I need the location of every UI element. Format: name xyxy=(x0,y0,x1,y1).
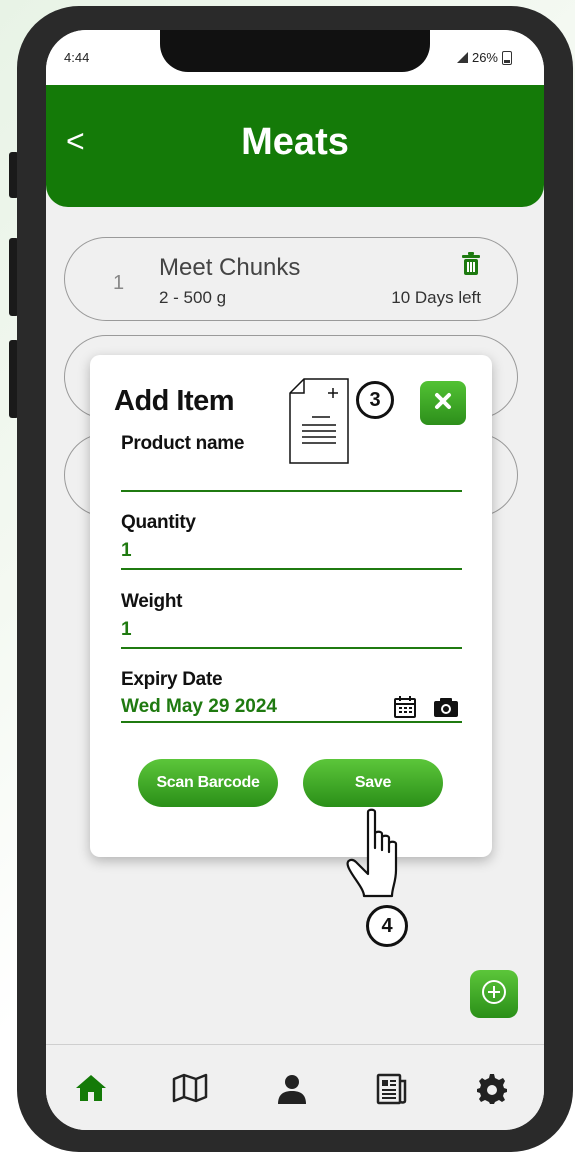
battery-icon xyxy=(502,50,512,65)
product-name-input[interactable] xyxy=(121,463,462,487)
item-days-left: 10 Days left xyxy=(391,288,481,307)
quantity-label: Quantity xyxy=(121,512,196,533)
phone-screen: 4:44 26% < Meats 1 Meet Chunks 2 - 500 g… xyxy=(46,30,544,1130)
signal-icon xyxy=(456,52,468,63)
user-icon[interactable] xyxy=(276,1073,308,1110)
weight-label: Weight xyxy=(121,591,183,612)
document-add-icon xyxy=(288,377,350,470)
camera-notch xyxy=(160,30,430,72)
add-item-dialog: Add Item 3 Product name Quantity 1 Weigh… xyxy=(90,355,492,857)
bottom-navigation xyxy=(46,1044,544,1130)
home-icon[interactable] xyxy=(74,1073,108,1108)
product-name-label: Product name xyxy=(121,433,245,454)
expiry-date-label: Expiry Date xyxy=(121,669,223,690)
hand-pointer-icon xyxy=(346,808,410,905)
step-3-marker: 3 xyxy=(356,381,394,419)
settings-icon[interactable] xyxy=(476,1073,508,1110)
page-title: Meats xyxy=(241,121,349,163)
add-item-fab[interactable] xyxy=(470,970,518,1018)
status-time: 4:44 xyxy=(64,50,90,65)
plus-circle-icon xyxy=(480,978,508,1011)
dialog-title: Add Item xyxy=(114,385,235,417)
item-quantity: 2 - 500 g xyxy=(159,288,227,307)
product-name-underline xyxy=(121,490,462,492)
trash-icon[interactable] xyxy=(461,252,481,281)
step-4-marker: 4 xyxy=(366,905,408,947)
quantity-input[interactable]: 1 xyxy=(121,540,132,562)
app-header: < Meats xyxy=(46,85,544,207)
item-index: 1 xyxy=(113,272,125,294)
save-button[interactable]: Save xyxy=(303,759,443,807)
weight-underline xyxy=(121,647,462,649)
close-button[interactable] xyxy=(420,381,466,425)
expiry-date-input[interactable]: Wed May 29 2024 xyxy=(121,696,277,718)
item-name: Meet Chunks xyxy=(159,254,301,281)
battery-percent: 26% xyxy=(471,50,498,65)
list-item[interactable]: 1 Meet Chunks 2 - 500 g 10 Days left xyxy=(64,237,518,321)
quantity-underline xyxy=(121,568,462,570)
camera-icon[interactable] xyxy=(433,697,459,722)
weight-input[interactable]: 1 xyxy=(121,619,132,641)
map-icon[interactable] xyxy=(172,1073,208,1108)
calendar-icon[interactable] xyxy=(393,695,417,724)
news-icon[interactable] xyxy=(376,1073,408,1110)
scan-barcode-button[interactable]: Scan Barcode xyxy=(138,759,278,807)
status-indicators: 26% xyxy=(456,50,512,65)
close-icon xyxy=(434,392,452,415)
